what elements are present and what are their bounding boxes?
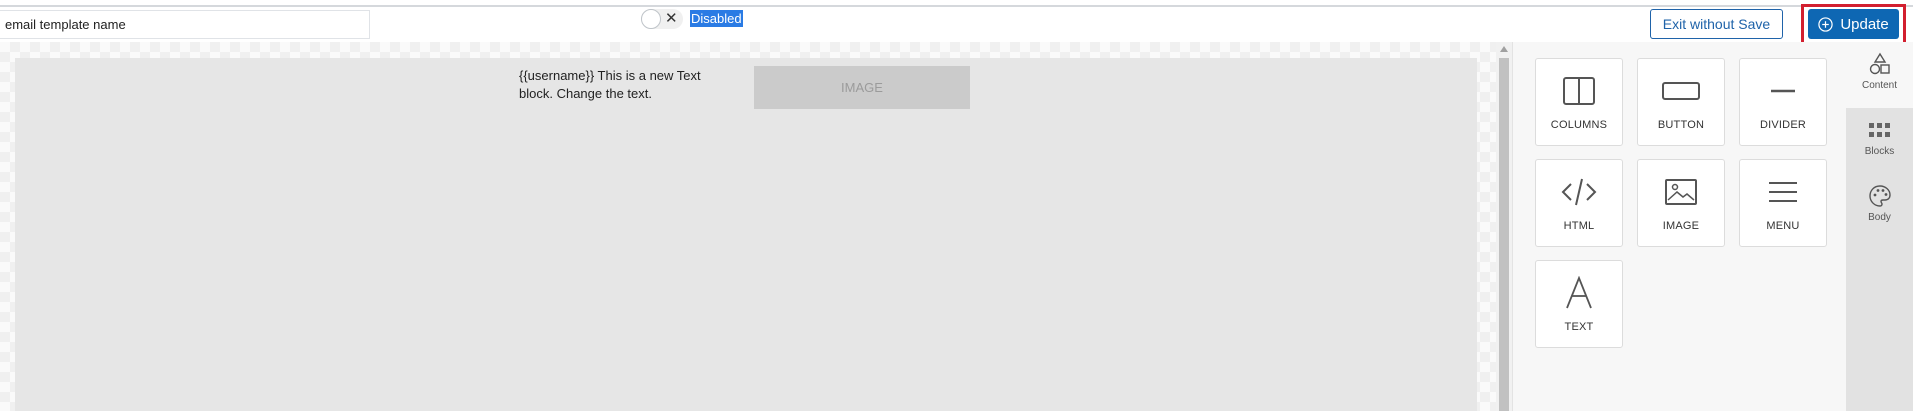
tab-label: Body xyxy=(1868,212,1891,223)
divider-icon xyxy=(1771,89,1795,93)
tab-label: Content xyxy=(1861,80,1898,91)
html-icon xyxy=(1561,178,1597,206)
tile-menu[interactable]: MENU xyxy=(1739,159,1827,247)
plus-circle-icon xyxy=(1818,16,1833,32)
tile-html[interactable]: HTML xyxy=(1535,159,1623,247)
status-toggle[interactable]: ✕ xyxy=(641,9,683,29)
tile-divider[interactable]: DIVIDER xyxy=(1739,58,1827,146)
status-label: Disabled xyxy=(690,10,743,27)
image-icon xyxy=(1665,179,1697,205)
tab-blocks[interactable]: Blocks xyxy=(1846,108,1913,174)
update-button[interactable]: Update xyxy=(1808,9,1899,39)
email-body[interactable]: {{username}} This is a new Text block. C… xyxy=(15,58,1477,411)
tile-label: COLUMNS xyxy=(1550,119,1608,131)
close-icon: ✕ xyxy=(665,10,678,27)
tile-text[interactable]: TEXT xyxy=(1535,260,1623,348)
button-icon xyxy=(1662,82,1700,100)
tab-body[interactable]: Body xyxy=(1846,174,1913,240)
editor-canvas[interactable]: {{username}} This is a new Text block. C… xyxy=(0,42,1496,411)
tab-label: Blocks xyxy=(1864,146,1895,157)
toggle-knob xyxy=(641,9,661,29)
tile-columns[interactable]: COLUMNS xyxy=(1535,58,1623,146)
exit-without-save-button[interactable]: Exit without Save xyxy=(1650,9,1783,39)
tile-image[interactable]: IMAGE xyxy=(1637,159,1725,247)
template-name-input[interactable] xyxy=(0,10,370,39)
scroll-thumb[interactable] xyxy=(1499,58,1509,411)
update-button-label: Update xyxy=(1840,15,1889,33)
menu-icon xyxy=(1769,182,1797,202)
side-tabs: Content Blocks Body xyxy=(1846,42,1913,411)
tile-button[interactable]: BUTTON xyxy=(1637,58,1725,146)
tile-label: BUTTON xyxy=(1657,119,1705,131)
image-block[interactable]: IMAGE xyxy=(754,66,970,109)
email-editor: ✕ Disabled Exit without Save Update {{us… xyxy=(0,0,1913,411)
text-icon xyxy=(1566,276,1592,309)
blocks-icon xyxy=(1868,123,1890,137)
text-block[interactable]: {{username}} This is a new Text block. C… xyxy=(519,67,719,103)
tile-label: DIVIDER xyxy=(1759,119,1807,131)
columns-icon xyxy=(1563,77,1595,105)
tile-label: TEXT xyxy=(1564,321,1594,333)
palette-icon xyxy=(1868,185,1891,207)
content-panel: COLUMNS BUTTON DIVIDER HTML IMAGE MENU T… xyxy=(1512,42,1846,411)
shapes-icon xyxy=(1869,52,1890,75)
tab-content[interactable]: Content xyxy=(1846,42,1913,108)
canvas-scrollbar[interactable] xyxy=(1496,42,1512,411)
scroll-up-icon[interactable] xyxy=(1500,46,1508,52)
tile-label: IMAGE xyxy=(1662,220,1700,232)
tile-label: HTML xyxy=(1563,220,1595,232)
top-divider xyxy=(0,5,1913,7)
tile-label: MENU xyxy=(1766,220,1800,232)
